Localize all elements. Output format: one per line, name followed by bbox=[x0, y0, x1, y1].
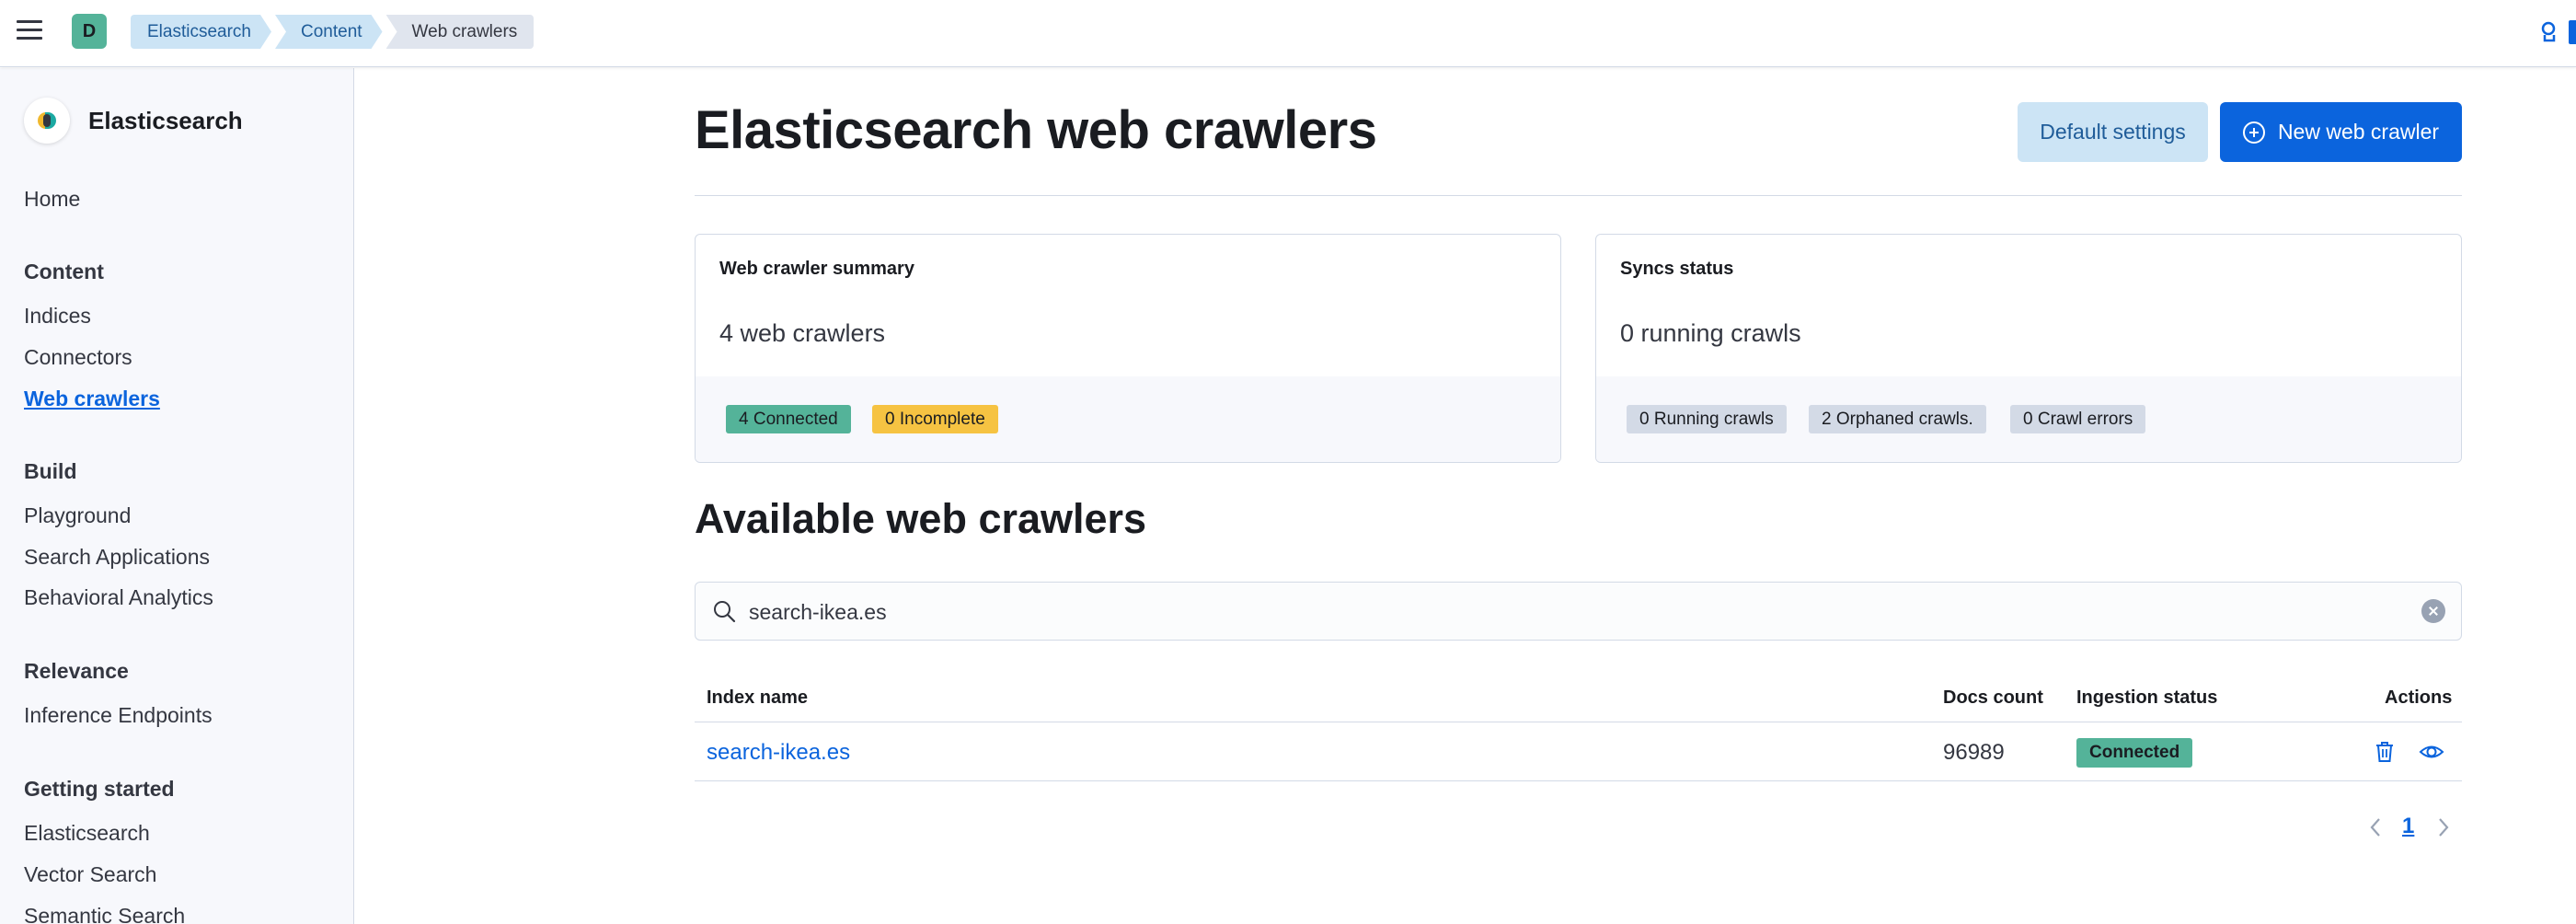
brand-name: Elasticsearch bbox=[88, 106, 243, 134]
previous-page-icon[interactable] bbox=[2367, 814, 2384, 840]
sidebar: Elasticsearch Home Content Indices Conne… bbox=[0, 68, 354, 924]
sidebar-section-content: Content bbox=[24, 260, 104, 283]
search-icon bbox=[714, 601, 736, 623]
sidebar-section-build: Build bbox=[24, 459, 77, 483]
menu-icon[interactable] bbox=[17, 20, 42, 42]
sidebar-section-relevance: Relevance bbox=[24, 659, 129, 683]
user-avatar[interactable] bbox=[2569, 20, 2576, 44]
summary-footer: 4 Connected 0 Incomplete bbox=[696, 376, 1560, 462]
sidebar-item-behavioral-analytics[interactable]: Behavioral Analytics bbox=[24, 585, 213, 610]
new-web-crawler-button[interactable]: New web crawler bbox=[2220, 102, 2462, 162]
syncs-value: 0 running crawls bbox=[1620, 319, 1801, 347]
syncs-footer: 0 Running crawls 2 Orphaned crawls. 0 Cr… bbox=[1596, 376, 2461, 462]
table-row-divider bbox=[695, 780, 2462, 781]
search-input[interactable] bbox=[749, 594, 2386, 630]
sidebar-section-getting-started: Getting started bbox=[24, 777, 175, 801]
column-header-ingestion-status[interactable]: Ingestion status bbox=[2076, 687, 2217, 709]
clear-search-icon[interactable] bbox=[2421, 599, 2445, 623]
sidebar-item-indices[interactable]: Indices bbox=[24, 304, 91, 329]
page-title: Elasticsearch web crawlers bbox=[695, 100, 1377, 160]
status-badge: Connected bbox=[2076, 738, 2193, 768]
elasticsearch-logo-icon bbox=[24, 98, 70, 144]
help-icon[interactable] bbox=[2539, 20, 2561, 44]
default-settings-button[interactable]: Default settings bbox=[2018, 102, 2208, 162]
sidebar-item-search-applications[interactable]: Search Applications bbox=[24, 545, 210, 570]
new-web-crawler-label: New web crawler bbox=[2277, 120, 2440, 144]
syncs-status-panel: Syncs status 0 running crawls 0 Running … bbox=[1595, 234, 2462, 463]
search-box bbox=[695, 582, 2462, 641]
summary-title: Web crawler summary bbox=[719, 259, 914, 279]
sidebar-item-semantic-search[interactable]: Semantic Search bbox=[24, 904, 185, 924]
connected-badge: 4 Connected bbox=[726, 405, 851, 433]
divider bbox=[695, 195, 2462, 196]
available-crawlers-title: Available web crawlers bbox=[695, 495, 1147, 542]
sidebar-item-elasticsearch[interactable]: Elasticsearch bbox=[24, 821, 150, 846]
sidebar-item-playground[interactable]: Playground bbox=[24, 503, 131, 528]
running-crawls-badge: 0 Running crawls bbox=[1627, 405, 1787, 433]
web-crawler-summary-panel: Web crawler summary 4 web crawlers 4 Con… bbox=[695, 234, 1561, 463]
sidebar-item-vector-search[interactable]: Vector Search bbox=[24, 862, 156, 887]
crawl-errors-badge: 0 Crawl errors bbox=[2010, 405, 2146, 433]
breadcrumb-elasticsearch[interactable]: Elasticsearch bbox=[131, 15, 271, 49]
incomplete-badge: 0 Incomplete bbox=[872, 405, 998, 433]
next-page-icon[interactable] bbox=[2435, 814, 2452, 840]
breadcrumb-content[interactable]: Content bbox=[275, 15, 383, 49]
sidebar-brand[interactable]: Elasticsearch bbox=[24, 98, 243, 144]
breadcrumb: Elasticsearch Content Web crawlers bbox=[131, 15, 537, 49]
column-header-docs-count[interactable]: Docs count bbox=[1943, 687, 2043, 709]
space-avatar[interactable]: D bbox=[72, 14, 107, 49]
plus-circle-icon bbox=[2242, 121, 2265, 144]
delete-icon[interactable] bbox=[2371, 738, 2398, 766]
orphaned-crawls-badge: 2 Orphaned crawls. bbox=[1809, 405, 1986, 433]
view-icon[interactable] bbox=[2418, 738, 2445, 766]
sidebar-item-home[interactable]: Home bbox=[24, 187, 80, 212]
sidebar-item-inference-endpoints[interactable]: Inference Endpoints bbox=[24, 703, 213, 728]
sidebar-item-connectors[interactable]: Connectors bbox=[24, 345, 132, 370]
docs-count-value: 96989 bbox=[1943, 740, 2005, 765]
sidebar-item-web-crawlers[interactable]: Web crawlers bbox=[24, 387, 160, 411]
breadcrumb-web-crawlers: Web crawlers bbox=[385, 15, 535, 49]
summary-value: 4 web crawlers bbox=[719, 319, 886, 347]
column-header-actions: Actions bbox=[2385, 687, 2453, 708]
syncs-title: Syncs status bbox=[1620, 259, 1734, 279]
column-header-index-name[interactable]: Index name bbox=[707, 687, 808, 709]
top-header: D Elasticsearch Content Web crawlers bbox=[0, 0, 2576, 67]
page-number-1[interactable]: 1 bbox=[2402, 814, 2414, 839]
index-name-link[interactable]: search-ikea.es bbox=[707, 740, 850, 766]
